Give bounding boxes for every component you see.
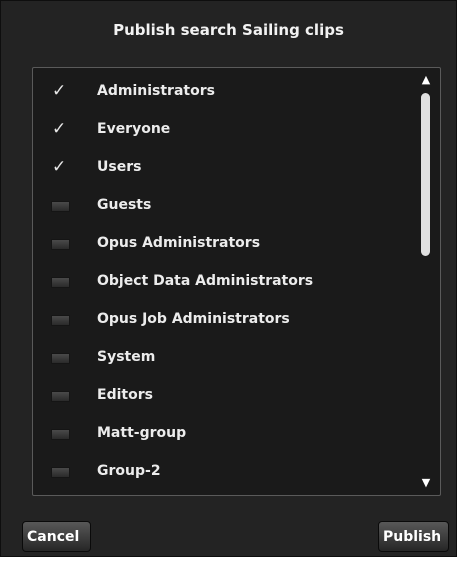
checkbox-system[interactable] <box>51 349 70 367</box>
checkbox-matt-group[interactable] <box>51 425 70 443</box>
list-item-opus-job-administrators[interactable]: Opus Job Administrators <box>33 301 408 339</box>
list-item-label: Administrators <box>97 83 215 99</box>
unchecked-box-icon <box>51 201 70 212</box>
list-item-label: Editors <box>97 387 153 403</box>
list-item-group-2[interactable]: Group-2 <box>33 453 408 491</box>
unchecked-box-icon <box>51 353 70 364</box>
arrow-down-icon[interactable]: ▼ <box>414 476 438 490</box>
list-item-everyone[interactable]: ✓ Everyone <box>33 111 408 149</box>
unchecked-box-icon <box>51 429 70 440</box>
unchecked-box-icon <box>51 239 70 250</box>
unchecked-box-icon <box>51 467 70 478</box>
checkbox-editors[interactable] <box>51 387 70 405</box>
unchecked-box-icon <box>51 315 70 326</box>
checkbox-opus-job-administrators[interactable] <box>51 311 70 329</box>
list-scrollbar[interactable]: ▲ ▼ <box>414 71 438 492</box>
checkmark-icon: ✓ <box>52 119 67 139</box>
group-list[interactable]: ✓ Administrators ✓ Everyone ✓ Users Gues… <box>33 73 408 491</box>
list-item-administrators[interactable]: ✓ Administrators <box>33 73 408 111</box>
checkmark-icon: ✓ <box>52 157 67 177</box>
checkbox-users[interactable]: ✓ <box>51 157 69 177</box>
scrollbar-thumb[interactable] <box>421 93 430 256</box>
list-item-matt-group[interactable]: Matt-group <box>33 415 408 453</box>
checkbox-opus-administrators[interactable] <box>51 235 70 253</box>
list-item-label: Opus Administrators <box>97 235 261 251</box>
cancel-button[interactable]: Cancel <box>22 521 91 552</box>
checkbox-object-data-administrators[interactable] <box>51 273 70 291</box>
checkbox-administrators[interactable]: ✓ <box>51 81 69 101</box>
list-item-label: Opus Job Administrators <box>97 311 290 327</box>
list-item-label: Object Data Administrators <box>97 273 314 289</box>
dialog-title: Publish search Sailing clips <box>113 21 344 39</box>
list-item-object-data-administrators[interactable]: Object Data Administrators <box>33 263 408 301</box>
list-item-label: Users <box>97 159 142 175</box>
list-item-guests[interactable]: Guests <box>33 187 408 225</box>
list-item-editors[interactable]: Editors <box>33 377 408 415</box>
group-list-panel: ✓ Administrators ✓ Everyone ✓ Users Gues… <box>32 67 441 496</box>
checkbox-guests[interactable] <box>51 197 70 215</box>
checkbox-group-2[interactable] <box>51 463 70 481</box>
list-item-opus-administrators[interactable]: Opus Administrators <box>33 225 408 263</box>
checkbox-everyone[interactable]: ✓ <box>51 119 69 139</box>
publish-button[interactable]: Publish <box>378 521 449 552</box>
unchecked-box-icon <box>51 391 70 402</box>
list-item-label: System <box>97 349 156 365</box>
list-item-users[interactable]: ✓ Users <box>33 149 408 187</box>
list-item-label: Everyone <box>97 121 171 137</box>
publish-dialog: Publish search Sailing clips ✓ Administr… <box>0 0 457 557</box>
list-item-label: Group-2 <box>97 463 161 479</box>
list-item-label: Matt-group <box>97 425 187 441</box>
list-item-system[interactable]: System <box>33 339 408 377</box>
list-item-label: Guests <box>97 197 152 213</box>
unchecked-box-icon <box>51 277 70 288</box>
checkmark-icon: ✓ <box>52 81 67 101</box>
footer-strip <box>0 557 457 565</box>
arrow-up-icon[interactable]: ▲ <box>414 73 438 87</box>
